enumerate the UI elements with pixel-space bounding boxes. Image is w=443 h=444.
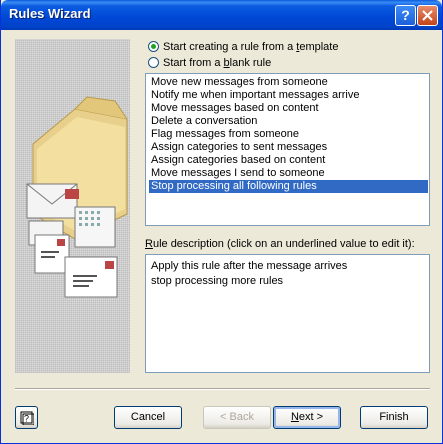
radio-button-checked[interactable] [148, 41, 159, 52]
list-item[interactable]: Move new messages from someone [149, 76, 330, 89]
titlebar-help-button[interactable]: ? [395, 5, 416, 26]
radio-label-part: lank rule [229, 57, 272, 69]
list-item[interactable]: Move messages based on content [149, 102, 321, 115]
radio-label-part: Start creating a rule from a [163, 41, 297, 53]
finish-button[interactable]: Finish [360, 406, 428, 429]
help-icon: ? [20, 411, 34, 425]
wizard-illustration [15, 39, 130, 373]
list-item[interactable]: Assign categories based on content [149, 154, 327, 167]
question-mark-icon: ? [401, 7, 410, 23]
folder-envelopes-illustration [26, 96, 128, 298]
label-accelerator: R [145, 238, 153, 250]
window-title: Rules Wizard [9, 6, 91, 21]
help-button[interactable]: ? [15, 406, 38, 429]
radio-label-part: emplate [299, 41, 339, 53]
rules-wizard-window: Rules Wizard ? Start creating a rule fro… [0, 0, 443, 444]
svg-text:?: ? [24, 414, 29, 424]
close-icon [422, 10, 433, 21]
list-item[interactable]: Move messages I send to someone [149, 167, 327, 180]
list-item[interactable]: Flag messages from someone [149, 128, 301, 141]
separator [15, 388, 430, 390]
rule-description-box[interactable]: Apply this rule after the message arrive… [145, 254, 430, 373]
cancel-button[interactable]: Cancel [114, 406, 182, 429]
back-button[interactable]: < Back [203, 406, 271, 429]
label-text: ule description (click on an underlined … [152, 238, 415, 250]
description-line: Apply this rule after the message arrive… [151, 260, 348, 272]
list-item[interactable]: Notify me when important messages arrive [149, 89, 361, 102]
next-accelerator: N [290, 411, 299, 423]
title-bar[interactable]: Rules Wizard ? [1, 0, 442, 30]
titlebar-close-button[interactable] [417, 5, 438, 26]
next-label: ext > [298, 411, 324, 423]
template-list[interactable]: Move new messages from someone Notify me… [145, 73, 430, 226]
radio-label-part: Start from a [163, 57, 224, 69]
next-button[interactable]: Next > [273, 406, 341, 429]
radio-button-unchecked[interactable] [148, 57, 159, 68]
rule-description-label: Rule description (click on an underlined… [145, 238, 415, 250]
list-item-selected[interactable]: Stop processing all following rules [149, 180, 428, 193]
list-item[interactable]: Assign categories to sent messages [149, 141, 329, 154]
description-line: stop processing more rules [151, 275, 284, 287]
list-item[interactable]: Delete a conversation [149, 115, 259, 128]
